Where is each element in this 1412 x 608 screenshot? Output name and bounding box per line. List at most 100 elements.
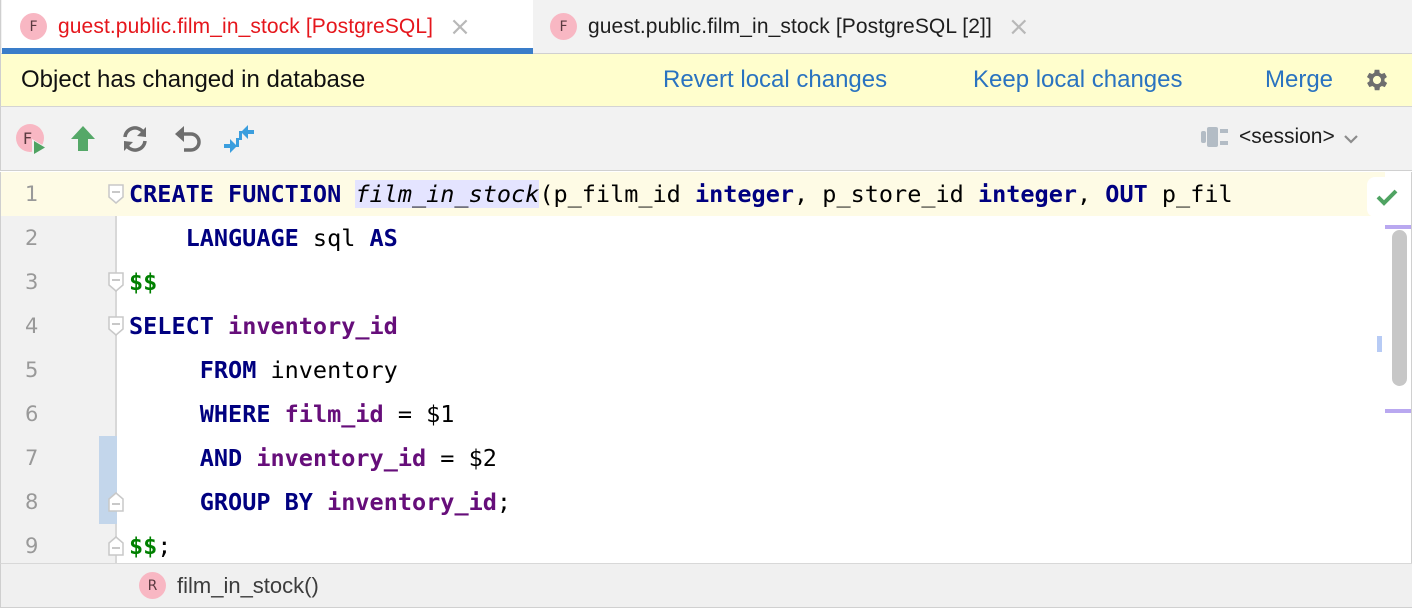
code-text: $$	[129, 260, 157, 304]
sql-identifier: inventory_id	[228, 312, 398, 340]
code-token: = $1	[383, 400, 455, 428]
code-text: WHERE film_id = $1	[129, 392, 455, 436]
compare-arrows-icon[interactable]	[223, 123, 255, 155]
code-token: ,	[1077, 180, 1106, 208]
code-text: FROM inventory	[129, 348, 398, 392]
line-number: 1	[1, 172, 117, 216]
code-line[interactable]: 3 $$	[1, 260, 1385, 304]
code-line[interactable]: 8 GROUP BY inventory_id;	[1, 480, 1385, 524]
fold-toggle-icon[interactable]	[107, 315, 125, 337]
dollar-quote: $$	[129, 268, 158, 296]
close-icon[interactable]: ×	[1008, 14, 1030, 40]
code-text: SELECT inventory_id	[129, 304, 398, 348]
code-token: ;	[496, 488, 512, 516]
inspection-status[interactable]	[1367, 177, 1407, 217]
fold-toggle-icon[interactable]	[107, 271, 125, 293]
fold-toggle-icon[interactable]	[107, 183, 125, 205]
line-number: 9	[25, 534, 39, 558]
sql-keyword: OUT	[1105, 180, 1148, 208]
fold-toggle-icon[interactable]	[107, 535, 125, 557]
merge-link[interactable]: Merge	[1265, 66, 1333, 94]
code-text: CREATE FUNCTION film_in_stock(p_film_id …	[129, 172, 1233, 216]
scroll-marker	[1385, 225, 1412, 229]
breadcrumb: R film_in_stock()	[0, 563, 1412, 608]
sql-keyword: BY	[284, 488, 313, 516]
banner-message: Object has changed in database	[21, 66, 366, 93]
code-text: $$;	[129, 524, 171, 563]
arrow-up-icon[interactable]	[67, 123, 99, 155]
sql-keyword: AS	[369, 224, 398, 252]
sql-keyword: integer	[977, 180, 1077, 208]
function-badge-icon: F	[20, 13, 47, 40]
code-token: (p_film_id	[539, 180, 695, 208]
object-changed-banner: Object has changed in database Revert lo…	[0, 54, 1412, 107]
routine-badge-icon: R	[139, 572, 166, 599]
sql-keyword: FROM	[199, 356, 257, 384]
sql-keyword: GROUP	[199, 488, 271, 516]
sql-keyword: LANGUAGE	[185, 224, 299, 252]
code-editor[interactable]: 1 CREATE FUNCTION film_in_stock(p_film_id…	[0, 172, 1412, 563]
code-line[interactable]: 2 LANGUAGE sql AS	[1, 216, 1385, 260]
code-line[interactable]: 9 $$;	[1, 524, 1385, 563]
code-line[interactable]: 7 AND inventory_id = $2	[1, 436, 1385, 480]
vertical-scrollbar[interactable]	[1392, 230, 1407, 386]
code-text: LANGUAGE sql AS	[129, 216, 398, 260]
function-name: film_in_stock	[355, 180, 540, 208]
sql-keyword: CREATE	[129, 180, 214, 208]
code-line[interactable]: 5 FROM inventory	[1, 348, 1385, 392]
change-scroll-marker	[1377, 336, 1382, 352]
sql-keyword: FUNCTION	[228, 180, 342, 208]
tab-label: guest.public.film_in_stock [PostgreSQL]	[58, 14, 434, 38]
session-selector[interactable]: <session>	[1201, 125, 1359, 149]
line-number: 5	[25, 358, 39, 382]
sql-identifier: inventory_id	[256, 444, 427, 472]
dollar-quote: $$	[129, 532, 158, 560]
line-number: 6	[25, 402, 39, 426]
undo-icon[interactable]	[172, 123, 204, 155]
code-token: inventory	[256, 356, 398, 384]
sql-keyword: AND	[199, 444, 243, 472]
code-text: GROUP BY inventory_id;	[129, 480, 511, 524]
svg-text:F: F	[23, 129, 32, 148]
code-token: , p_store_id	[794, 180, 978, 208]
tab-film-in-stock-postgresql[interactable]: F guest.public.film_in_stock [PostgreSQL…	[2, 0, 533, 54]
close-icon[interactable]: ×	[449, 14, 471, 40]
sql-keyword: WHERE	[199, 400, 271, 428]
scroll-marker	[1385, 409, 1412, 413]
breadcrumb-label: film_in_stock()	[177, 572, 319, 598]
plug-icon	[1201, 127, 1228, 147]
line-number: 2	[25, 226, 39, 250]
sql-keyword: SELECT	[129, 312, 214, 340]
function-run-icon[interactable]: F	[15, 123, 47, 155]
sql-keyword: integer	[694, 180, 795, 208]
line-number: 3	[25, 270, 39, 294]
line-number: 8	[25, 490, 39, 514]
gear-icon[interactable]	[1363, 66, 1391, 94]
keep-local-changes-link[interactable]: Keep local changes	[973, 66, 1182, 94]
code-line[interactable]: 1 CREATE FUNCTION film_in_stock(p_film_id…	[1, 172, 1385, 216]
editor-tab-bar: F guest.public.film_in_stock [PostgreSQL…	[0, 0, 1412, 54]
code-text: AND inventory_id = $2	[129, 436, 497, 480]
code-token: ;	[157, 532, 172, 560]
tab-film-in-stock-postgresql-2[interactable]: F guest.public.film_in_stock [PostgreSQL…	[533, 0, 1113, 53]
revert-local-changes-link[interactable]: Revert local changes	[663, 66, 887, 94]
fold-toggle-icon[interactable]	[107, 491, 125, 513]
code-line[interactable]: 6 WHERE film_id = $1	[1, 392, 1385, 436]
code-token: p_fil	[1147, 180, 1233, 208]
breadcrumb-item[interactable]: R film_in_stock()	[139, 572, 319, 599]
sql-identifier: inventory_id	[327, 488, 497, 516]
refresh-icon[interactable]	[119, 123, 151, 155]
code-line[interactable]: 4 SELECT inventory_id	[1, 304, 1385, 348]
sql-identifier: film_id	[284, 400, 384, 428]
editor-toolbar: F <session>	[0, 107, 1412, 171]
